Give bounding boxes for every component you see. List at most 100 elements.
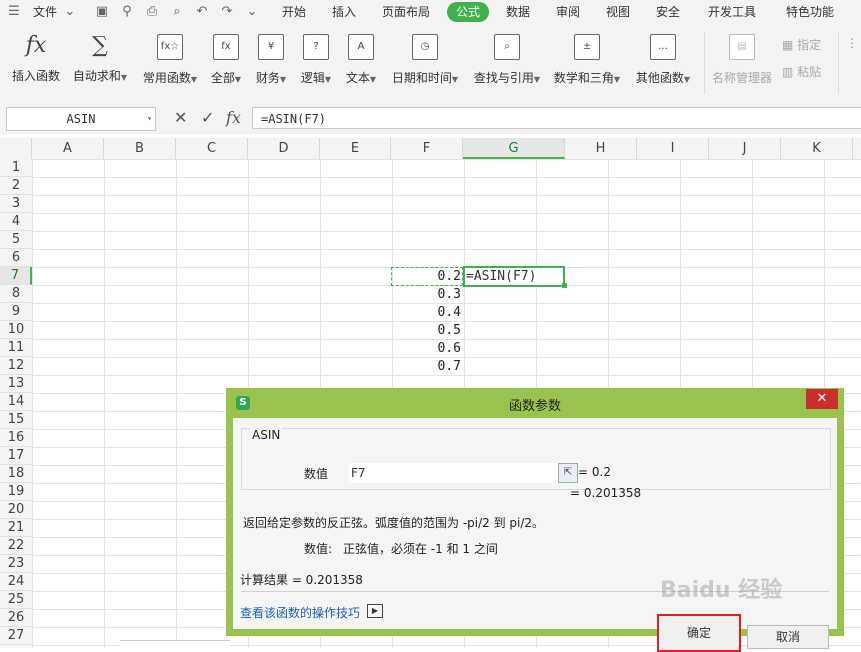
menu-icon[interactable]: ☰ (6, 4, 22, 20)
argument-group: ASIN 数值 F7 ⇱ = 0.2 (241, 428, 831, 490)
row-header[interactable]: 2 (0, 177, 32, 195)
row-header[interactable]: 14 (0, 393, 32, 411)
help-link[interactable]: 查看该函数的操作技巧 (240, 604, 360, 621)
tab-security[interactable]: 安全 (656, 0, 680, 24)
redo-icon[interactable]: ↷ (219, 4, 235, 20)
number-argument-input[interactable]: F7 (349, 463, 559, 483)
row-header[interactable]: 19 (0, 483, 32, 501)
check-icon[interactable]: ✓ (201, 108, 214, 127)
tab-data[interactable]: 数据 (506, 0, 530, 24)
lookup-button[interactable]: ⌕ 查找与引用▼ (470, 34, 544, 86)
text-button[interactable]: A 文本▼ (343, 34, 379, 86)
cell-f9[interactable]: 0.4 (391, 304, 463, 322)
magnifier-icon: ⌕ (494, 34, 520, 60)
all-functions-button[interactable]: fx 全部▼ (208, 34, 244, 86)
row-header[interactable]: 11 (0, 339, 32, 357)
row-header[interactable]: 21 (0, 519, 32, 537)
common-functions-button[interactable]: fx☆ 常用函数▼ (140, 34, 200, 86)
row-header[interactable]: 24 (0, 573, 32, 591)
tab-review[interactable]: 审阅 (556, 0, 580, 24)
autosum-button[interactable]: ∑ 自动求和▼ (70, 34, 130, 84)
logic-button[interactable]: ? 逻辑▼ (298, 34, 334, 86)
active-cell-g7[interactable]: =ASIN(F7) (463, 266, 565, 287)
select-all-corner[interactable] (0, 138, 32, 159)
column-header[interactable]: I (637, 138, 709, 159)
define-name-button[interactable]: ▦ 指定 (782, 36, 821, 53)
print-icon[interactable]: ⎙ (144, 4, 160, 20)
paste-name-button[interactable]: ▥ 粘贴 (782, 63, 821, 80)
column-header[interactable]: C (176, 138, 248, 159)
name-box[interactable]: ASIN ▾ (6, 107, 156, 131)
column-header[interactable]: H (565, 138, 637, 159)
row-header[interactable]: 26 (0, 609, 32, 627)
save-icon[interactable]: ▣ (94, 4, 110, 20)
row-header[interactable]: 6 (0, 249, 32, 267)
row-header[interactable]: 12 (0, 357, 32, 375)
formula-input[interactable]: =ASIN(F7) (252, 107, 861, 129)
cell-f12[interactable]: 0.7 (391, 358, 463, 376)
column-header[interactable]: J (709, 138, 781, 159)
video-play-icon[interactable]: ▶ (367, 604, 383, 618)
cell-f11[interactable]: 0.6 (391, 340, 463, 358)
print-preview-icon[interactable]: ⌕ (169, 4, 185, 20)
tab-view[interactable]: 视图 (606, 0, 630, 24)
row-header[interactable]: 10 (0, 321, 32, 339)
insert-function-button[interactable]: fx 插入函数 (8, 34, 64, 84)
row-header[interactable]: 17 (0, 447, 32, 465)
undo-icon[interactable]: ↶ (194, 4, 210, 20)
column-header[interactable]: B (104, 138, 176, 159)
other-functions-button[interactable]: … 其他函数▼ (632, 34, 694, 86)
file-menu[interactable]: 文件 (33, 0, 57, 24)
ok-button[interactable]: 确定 (657, 614, 741, 652)
tab-formulas[interactable]: 公式 (447, 2, 490, 22)
column-header-selected[interactable]: G (463, 138, 565, 159)
tab-features[interactable]: 特色功能 (786, 0, 834, 24)
cancel-button[interactable]: 取消 (747, 625, 829, 649)
customize-icon[interactable]: ⌄ (244, 4, 260, 20)
row-header[interactable]: 23 (0, 555, 32, 573)
name-manager-button[interactable]: ▤ 名称管理器 (710, 34, 774, 86)
close-icon[interactable]: ✕ (806, 389, 838, 409)
row-header[interactable]: 9 (0, 303, 32, 321)
tab-insert[interactable]: 插入 (332, 0, 356, 24)
row-header-selected[interactable]: 7 (0, 267, 32, 285)
cell-f8[interactable]: 0.3 (391, 286, 463, 304)
row-header[interactable]: 3 (0, 195, 32, 213)
row-header[interactable]: 25 (0, 591, 32, 609)
tab-page-layout[interactable]: 页面布局 (382, 0, 430, 24)
chevron-down-icon[interactable]: ▾ (147, 108, 152, 130)
tab-developer[interactable]: 开发工具 (708, 0, 756, 24)
dialog-titlebar[interactable]: S 函数参数 ✕ (226, 388, 844, 418)
row-header[interactable]: 22 (0, 537, 32, 555)
sigma-icon: ∑ (92, 33, 108, 58)
collapse-dialog-icon[interactable]: ⇱ (558, 463, 578, 483)
column-headers: A B C D E F G H I J K (0, 138, 861, 160)
chevron-down-icon[interactable]: ⌄ (62, 4, 78, 20)
fx-icon[interactable]: fx (226, 108, 241, 127)
tab-home[interactable]: 开始 (282, 0, 306, 24)
cell-f10[interactable]: 0.5 (391, 322, 463, 340)
row-header[interactable]: 1 (0, 159, 32, 177)
row-header[interactable]: 27 (0, 627, 32, 645)
function-result: = 0.201358 (570, 486, 642, 500)
row-header[interactable]: 18 (0, 465, 32, 483)
fill-handle[interactable] (562, 283, 567, 288)
column-header[interactable]: E (320, 138, 391, 159)
finance-button[interactable]: ¥ 财务▼ (253, 34, 289, 86)
row-header[interactable]: 8 (0, 285, 32, 303)
math-button[interactable]: ± 数学和三角▼ (550, 34, 624, 86)
datetime-button[interactable]: ◷ 日期和时间▼ (388, 34, 462, 86)
row-header[interactable]: 4 (0, 213, 32, 231)
cancel-icon[interactable]: ✕ (174, 108, 187, 127)
row-header[interactable]: 5 (0, 231, 32, 249)
row-header[interactable]: 15 (0, 411, 32, 429)
column-header[interactable]: D (248, 138, 320, 159)
column-header[interactable]: K (781, 138, 853, 159)
format-painter-icon[interactable]: ⚲ (119, 4, 135, 20)
overflow-icon[interactable]: ⋮ (846, 36, 858, 50)
row-header[interactable]: 16 (0, 429, 32, 447)
row-header[interactable]: 20 (0, 501, 32, 519)
row-header[interactable]: 13 (0, 375, 32, 393)
column-header[interactable]: F (391, 138, 463, 159)
column-header[interactable]: A (32, 138, 104, 159)
